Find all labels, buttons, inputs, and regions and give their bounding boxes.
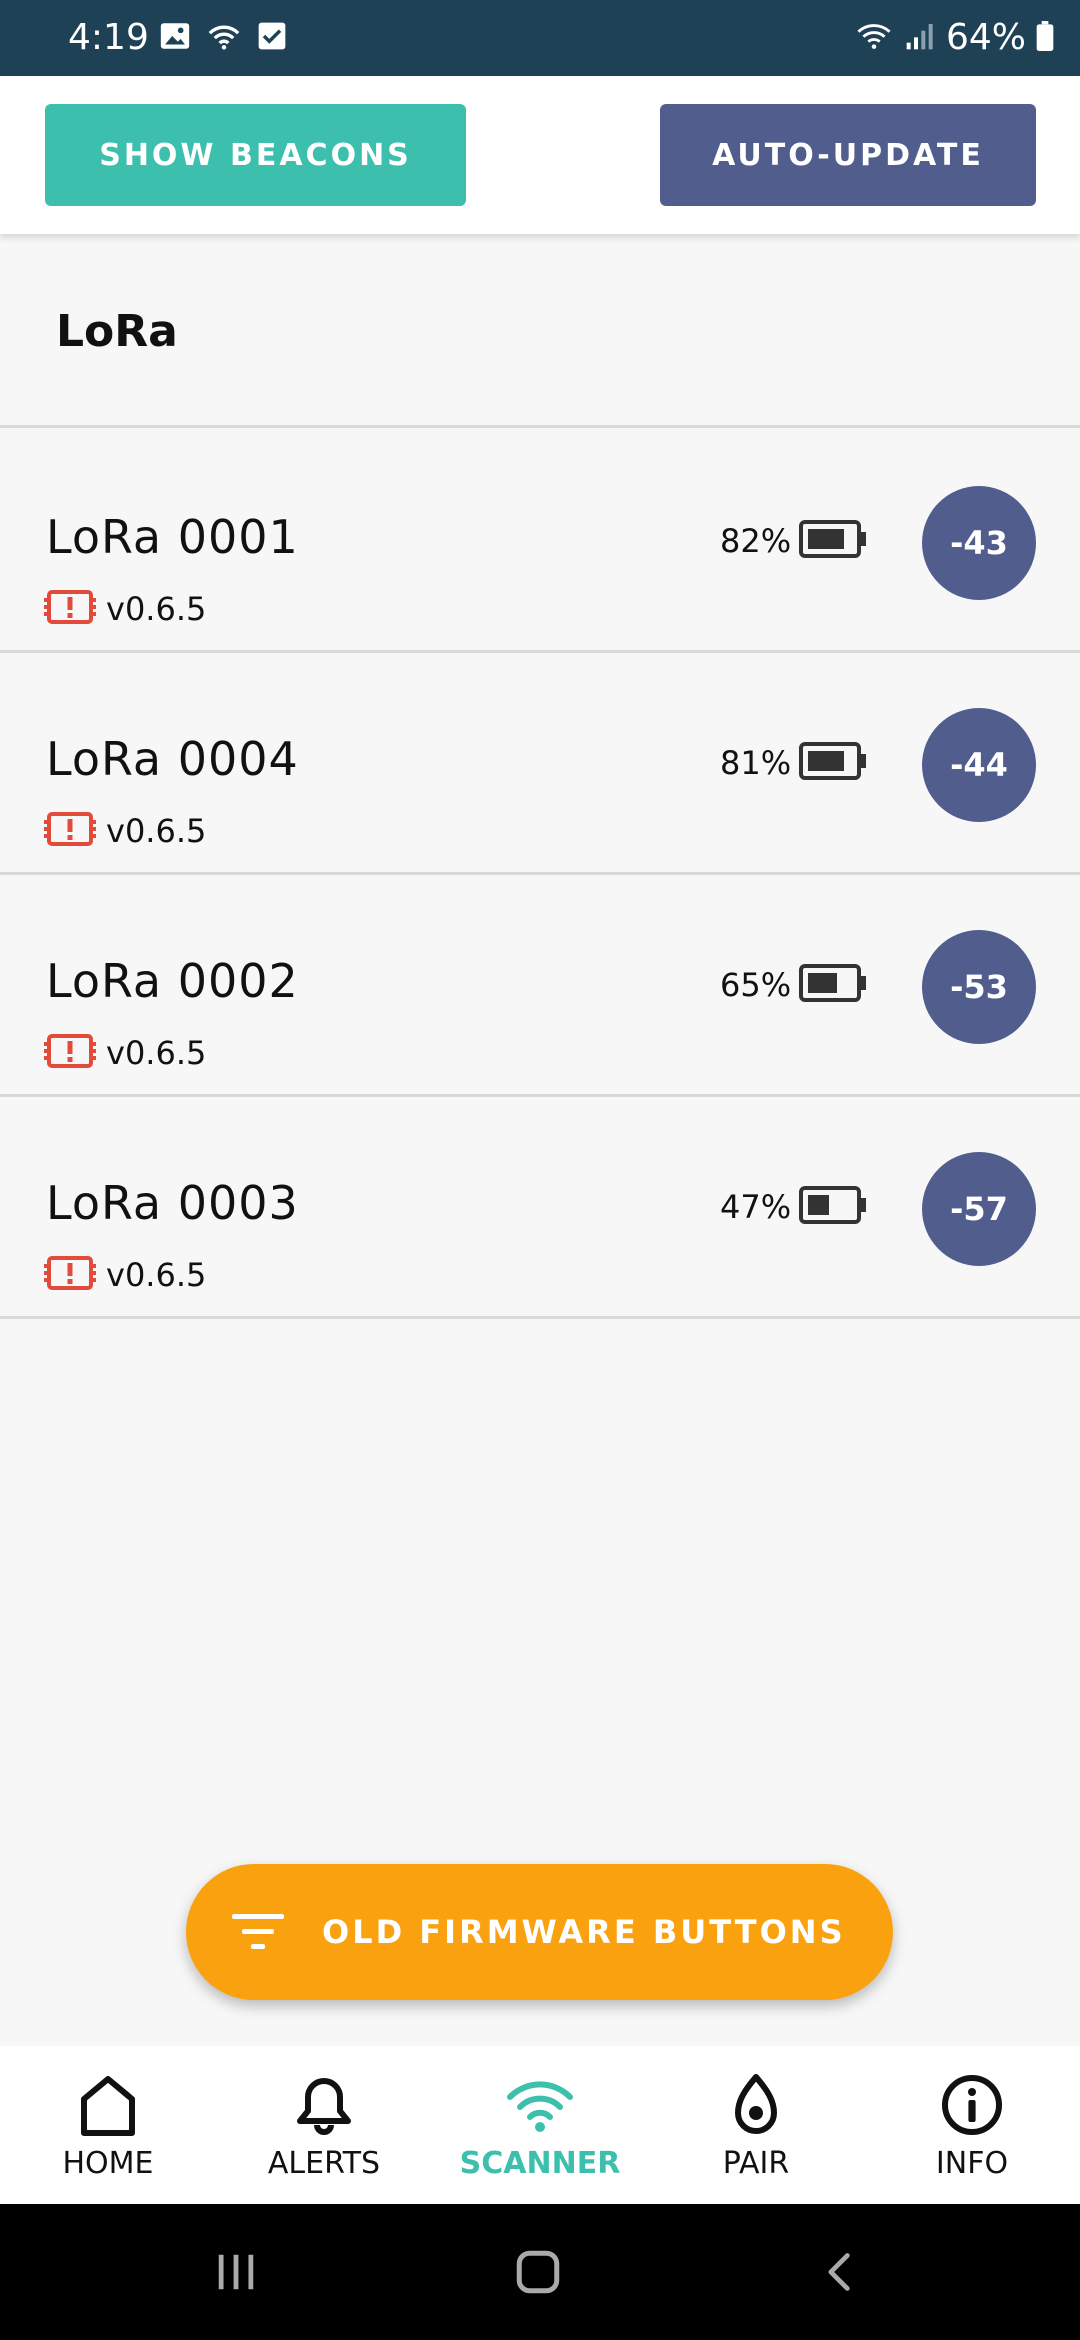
firmware-info: v0.6.5 — [44, 811, 206, 851]
nav-label: INFO — [935, 2146, 1009, 2181]
firmware-warning-icon — [44, 589, 96, 629]
section-title: LoRa — [56, 306, 178, 357]
home-icon — [73, 2070, 143, 2140]
firmware-warning-icon — [44, 1255, 96, 1295]
nav-scanner[interactable]: SCANNER — [432, 2046, 648, 2204]
wifi-icon — [505, 2070, 575, 2140]
recent-apps-icon[interactable] — [206, 2242, 266, 2302]
device-row[interactable]: LoRa 0002 v0.6.5 65% -53 — [0, 875, 1080, 1097]
firmware-warning-icon — [44, 1033, 96, 1073]
checkbox-icon — [256, 20, 288, 56]
battery-status: 82% — [720, 519, 867, 563]
device-name: LoRa 0001 — [46, 510, 299, 564]
firmware-info: v0.6.5 — [44, 589, 206, 629]
old-firmware-button[interactable]: OLD FIRMWARE BUTTONS — [186, 1864, 893, 2000]
status-icons-right: 64% — [854, 14, 1054, 62]
signal-icon — [904, 20, 936, 56]
rssi-badge: -53 — [922, 930, 1036, 1044]
battery-icon — [799, 964, 867, 1006]
status-time: 4:19 — [68, 17, 149, 58]
battery-status: 47% — [720, 1185, 867, 1229]
device-row[interactable]: LoRa 0003 v0.6.5 47% -57 — [0, 1097, 1080, 1319]
bottom-nav: HOME ALERTS SCANNER PAIR INFO — [0, 2046, 1080, 2204]
status-bar: 4:19 64% — [0, 0, 1080, 76]
rssi-badge: -43 — [922, 486, 1036, 600]
device-list: LoRa 0001 v0.6.5 82% -43 LoRa 0004 v0.6.… — [0, 431, 1080, 1319]
nav-label: HOME — [62, 2146, 154, 2181]
hotspot-icon — [206, 19, 242, 57]
battery-icon — [799, 742, 867, 784]
bell-icon — [289, 2070, 359, 2140]
nav-label: ALERTS — [267, 2146, 381, 2181]
battery-percent: 82% — [720, 522, 792, 560]
device-name: LoRa 0004 — [46, 732, 299, 786]
status-battery-text: 64% — [945, 17, 1026, 58]
firmware-version: v0.6.5 — [106, 1034, 207, 1072]
device-row[interactable]: LoRa 0001 v0.6.5 82% -43 — [0, 431, 1080, 653]
nav-label: PAIR — [722, 2146, 790, 2181]
firmware-warning-icon — [44, 811, 96, 851]
battery-percent: 81% — [720, 744, 792, 782]
home-button-icon[interactable] — [508, 2242, 568, 2302]
battery-percent: 65% — [720, 966, 792, 1004]
auto-update-button[interactable]: AUTO-UPDATE — [660, 104, 1036, 206]
battery-icon — [799, 520, 867, 562]
back-icon[interactable] — [810, 2242, 870, 2302]
image-icon — [158, 19, 192, 57]
info-icon — [937, 2070, 1007, 2140]
battery-status: 65% — [720, 963, 867, 1007]
device-row[interactable]: LoRa 0004 v0.6.5 81% -44 — [0, 653, 1080, 875]
nav-info[interactable]: INFO — [864, 2046, 1080, 2204]
status-icons-left — [158, 20, 288, 56]
firmware-info: v0.6.5 — [44, 1033, 206, 1073]
battery-status: 81% — [720, 741, 867, 785]
battery-icon — [1036, 21, 1054, 55]
firmware-info: v0.6.5 — [44, 1255, 206, 1295]
firmware-version: v0.6.5 — [106, 812, 207, 850]
nav-label: SCANNER — [459, 2146, 621, 2181]
section-header: LoRa — [0, 234, 1080, 428]
firmware-version: v0.6.5 — [106, 590, 207, 628]
rssi-badge: -57 — [922, 1152, 1036, 1266]
nav-home[interactable]: HOME — [0, 2046, 216, 2204]
show-beacons-button[interactable]: SHOW BEACONS — [45, 104, 466, 206]
old-firmware-label: OLD FIRMWARE BUTTONS — [322, 1913, 846, 1951]
filter-icon — [228, 1902, 288, 1962]
device-name: LoRa 0002 — [46, 954, 299, 1008]
device-name: LoRa 0003 — [46, 1176, 299, 1230]
action-bar: SHOW BEACONS AUTO-UPDATE — [0, 76, 1080, 234]
pair-icon — [721, 2070, 791, 2140]
rssi-badge: -44 — [922, 708, 1036, 822]
wifi-icon — [854, 19, 894, 57]
nav-pair[interactable]: PAIR — [648, 2046, 864, 2204]
battery-percent: 47% — [720, 1188, 792, 1226]
nav-alerts[interactable]: ALERTS — [216, 2046, 432, 2204]
battery-icon — [799, 1186, 867, 1228]
firmware-version: v0.6.5 — [106, 1256, 207, 1294]
system-nav-bar — [0, 2204, 1080, 2340]
